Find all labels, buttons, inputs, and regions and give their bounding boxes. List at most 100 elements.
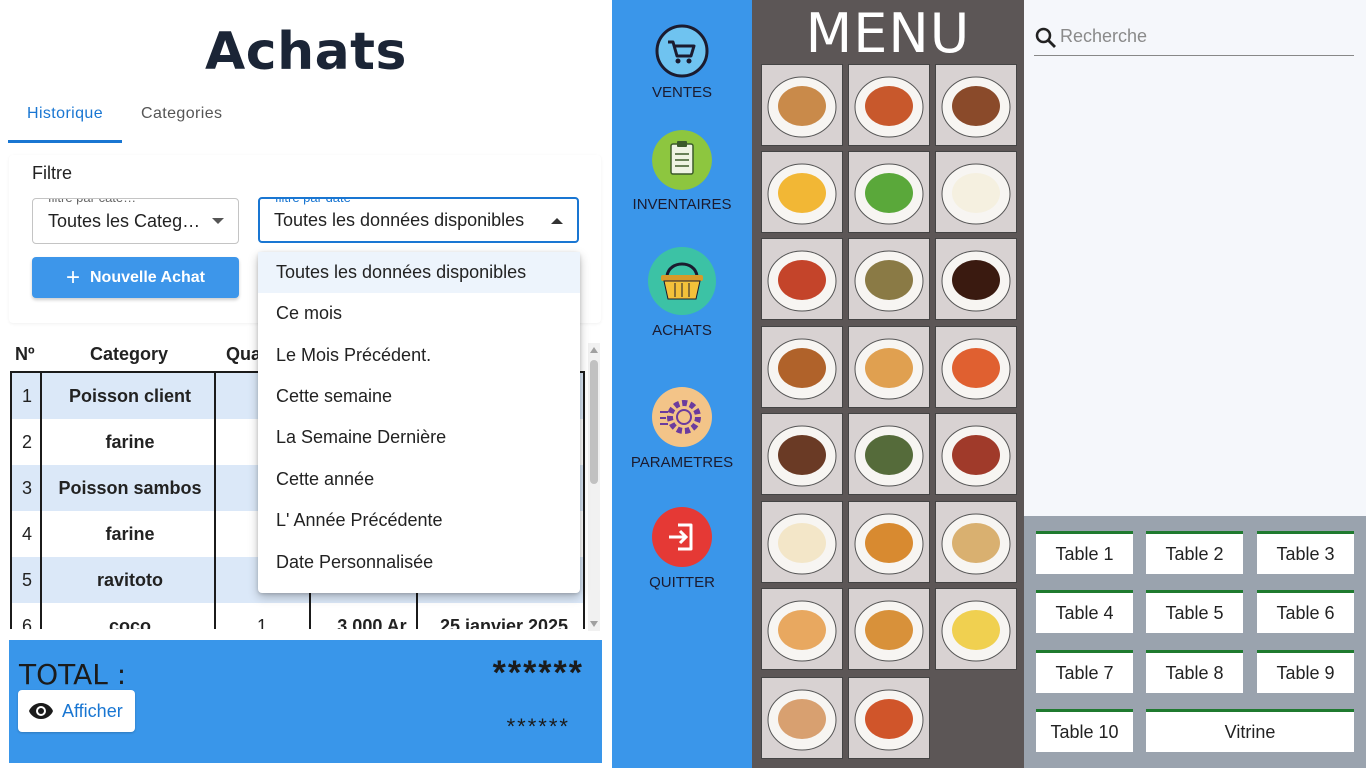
nav-ventes[interactable]: VENTES [612,24,752,101]
filter-label: Filtre [32,163,72,183]
table-scrollbar[interactable] [588,343,600,631]
column-divider [214,371,216,629]
nav-inventaires[interactable]: INVENTAIRES [612,130,752,213]
wrap-icon [941,513,1011,575]
cell-category: coco [108,616,151,629]
dropdown-option[interactable]: L' Année Précédente [258,500,580,541]
table-button[interactable]: Table 10 [1036,709,1133,752]
dish-fries[interactable] [761,151,843,233]
dish-pizza[interactable] [848,677,930,759]
grilled-fish-icon [854,425,924,487]
nav-label: ACHATS [652,322,712,339]
dish-samosas[interactable] [761,588,843,670]
dish-soup[interactable] [761,64,843,146]
cell-category: Poisson sambos [58,478,202,498]
soup-icon [767,76,837,138]
dish-roast-chicken[interactable] [761,326,843,408]
dropdown-option[interactable]: Date Personnalisée [258,542,580,583]
search-input[interactable]: Recherche [1034,18,1354,56]
main-nav: VENTES INVENTAIRES ACHATS PARAMETRES QUI… [612,0,752,768]
dropdown-option[interactable]: La Semaine Dernière [258,417,580,458]
scroll-up-icon[interactable] [590,347,598,353]
dish-burger[interactable] [848,501,930,583]
table-button[interactable]: Table 3 [1257,531,1354,574]
dish-croissant[interactable] [848,588,930,670]
dish-steak-frites[interactable] [935,64,1017,146]
new-purchase-button[interactable]: + Nouvelle Achat [32,257,239,298]
dropdown-option[interactable]: Cette année [258,459,580,500]
achats-panel: Achats Historique Categories Filtre filt… [0,0,612,768]
tables-grid: Table 1 Table 2 Table 3 Table 4 Table 5 … [1024,516,1366,768]
table-button[interactable]: Table 4 [1036,590,1133,633]
cola-icon [941,250,1011,312]
fried-rice-icon [854,250,924,312]
croissant-icon [854,600,924,662]
dish-sliced-beef[interactable] [935,413,1017,495]
fried-eggs-icon [767,513,837,575]
dish-spaghetti[interactable] [848,64,930,146]
nav-label: INVENTAIRES [632,196,732,213]
table-button[interactable]: Table 1 [1036,531,1133,574]
cell-number: 2 [22,432,33,452]
cell-number: 4 [22,524,33,544]
category-filter-legend: filtre par cate… [43,199,142,206]
dish-salad[interactable] [848,151,930,233]
cell-quantity: 1 [256,616,267,629]
basket-icon [648,247,716,315]
steak-frites-icon [941,76,1011,138]
date-filter-select[interactable]: filtre par date Toutes les données dispo… [258,197,579,243]
dish-panini[interactable] [761,677,843,759]
total-hidden-subvalue: ****** [506,714,570,739]
scroll-thumb[interactable] [590,360,598,484]
dish-yogurt[interactable] [935,588,1017,670]
nav-quitter[interactable]: QUITTER [612,506,752,591]
search-placeholder: Recherche [1060,26,1148,46]
scroll-down-icon[interactable] [590,621,598,627]
clipboard-icon [652,130,712,190]
cart-icon [655,24,709,78]
dish-spaghetti-meatballs[interactable] [761,238,843,320]
table-button[interactable]: Table 6 [1257,590,1354,633]
show-total-button[interactable]: Afficher [18,690,135,732]
burger-icon [854,513,924,575]
table-row[interactable]: 6 coco 1 3.000 Ar 25 janvier 2025 [12,603,585,629]
new-purchase-label: Nouvelle Achat [90,268,205,286]
tab-historique[interactable]: Historique [8,96,123,143]
dish-rice-egg[interactable] [935,151,1017,233]
table-button[interactable]: Table 8 [1146,650,1243,693]
dropdown-option[interactable]: Ce mois [258,293,580,334]
panini-icon [767,689,837,751]
nav-label: VENTES [651,84,712,101]
show-total-label: Afficher [62,700,123,721]
dish-grilled-fish[interactable] [848,413,930,495]
date-filter-legend: filtre par date [270,199,356,206]
nav-label: PARAMETRES [630,454,734,471]
vitrine-button[interactable]: Vitrine [1146,709,1354,752]
table-button[interactable]: Table 2 [1146,531,1243,574]
nav-parametres[interactable]: PARAMETRES [612,386,752,471]
tabs: Historique Categories [8,96,241,144]
dropdown-option[interactable]: Toutes les données disponibles [258,252,580,293]
cell-price: 3.000 Ar [337,616,407,629]
table-button[interactable]: Table 5 [1146,590,1243,633]
category-filter-select[interactable]: filtre par cate… Toutes les Categ… [32,198,239,244]
dish-shrimp[interactable] [935,326,1017,408]
dish-fried-eggs[interactable] [761,501,843,583]
page-title: Achats [205,22,407,82]
dish-fried-rice[interactable] [848,238,930,320]
cell-number: 1 [22,386,33,406]
cell-category: ravitoto [96,570,163,590]
nav-achats[interactable]: ACHATS [612,246,752,339]
dropdown-option[interactable]: Cette semaine [258,376,580,417]
dropdown-option[interactable]: Le Mois Précédent. [258,335,580,376]
cell-category: farine [105,524,155,544]
table-button[interactable]: Table 9 [1257,650,1354,693]
dish-cola[interactable] [935,238,1017,320]
tab-categories[interactable]: Categories [122,96,241,143]
chevron-up-icon [551,218,563,224]
table-button[interactable]: Table 7 [1036,650,1133,693]
dish-calamari[interactable] [848,326,930,408]
dish-grilled-beef[interactable] [761,413,843,495]
exit-icon [652,507,712,567]
dish-wrap[interactable] [935,501,1017,583]
